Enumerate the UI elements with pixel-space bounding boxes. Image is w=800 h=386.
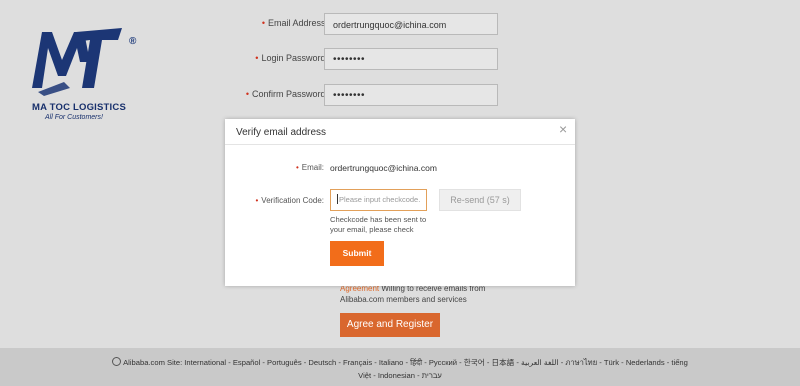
dialog-title: Verify email address: [236, 127, 327, 138]
footer: Alibaba.com Site: International - Españo…: [0, 348, 800, 386]
required-mark: •: [295, 163, 299, 172]
company-logo: ® MA TOC LOGISTICS All For Customers!: [14, 18, 137, 121]
required-mark: •: [255, 53, 259, 63]
password-label: • Login Password:: [255, 53, 328, 63]
registration-page: ® MA TOC LOGISTICS All For Customers! • E…: [0, 0, 800, 386]
text-cursor: [337, 194, 338, 204]
submit-button[interactable]: Submit: [330, 241, 384, 266]
registered-mark: ®: [129, 36, 137, 47]
agreement-text-2: Alibaba.com members and services: [340, 295, 467, 304]
confirm-password-field[interactable]: ••••••••: [324, 84, 498, 106]
agreement-text: Agreement Willing to receive emails from…: [340, 283, 485, 305]
logo-tagline: All For Customers!: [45, 114, 103, 121]
logo-name: MA TOC LOGISTICS: [32, 102, 126, 113]
verification-code-input[interactable]: Please input checkcode.: [330, 189, 427, 211]
email-field[interactable]: ordertrungquoc@ichina.com: [324, 13, 498, 35]
dialog-email-value: ordertrungquoc@ichina.com: [330, 163, 437, 173]
verify-email-dialog: Verify email address × • Email: ordertrun…: [225, 119, 575, 286]
email-row: • Email Address: ordertrungquoc@ichina.co…: [210, 13, 510, 37]
confirm-password-row: • Confirm Password: ••••••••: [210, 84, 510, 108]
footer-line-2[interactable]: Việt - Indonesian - עברית: [0, 371, 800, 380]
logo-mark-icon: [32, 28, 122, 96]
footer-line-1[interactable]: Alibaba.com Site: International - Españo…: [123, 358, 688, 367]
password-field[interactable]: ••••••••: [324, 48, 498, 70]
email-label: • Email Address:: [262, 18, 328, 28]
dialog-email-label-text: Email:: [301, 163, 324, 172]
password-label-text: Login Password:: [261, 53, 328, 63]
confirm-password-label: • Confirm Password:: [246, 89, 328, 99]
resend-button[interactable]: Re-send (57 s): [439, 189, 521, 211]
verification-code-label-text: Verification Code:: [261, 196, 324, 205]
confirm-password-label-text: Confirm Password:: [251, 89, 328, 99]
email-label-text: Email Address:: [267, 18, 328, 28]
required-mark: •: [255, 196, 259, 205]
close-icon[interactable]: ×: [559, 122, 567, 136]
agree-register-button[interactable]: Agree and Register: [340, 313, 440, 337]
checkcode-hint: Checkcode has been sent to your email, p…: [330, 215, 427, 234]
required-mark: •: [245, 89, 249, 99]
password-row: • Login Password: ••••••••: [210, 48, 510, 72]
footer-languages: Alibaba.com Site: International - Españo…: [0, 357, 800, 369]
dialog-divider: [225, 144, 575, 145]
code-placeholder: Please input checkcode.: [339, 195, 421, 204]
verification-code-label: • Verification Code:: [255, 196, 324, 205]
globe-icon: [112, 357, 122, 366]
required-mark: •: [261, 18, 265, 28]
dialog-email-label: • Email:: [296, 163, 324, 172]
